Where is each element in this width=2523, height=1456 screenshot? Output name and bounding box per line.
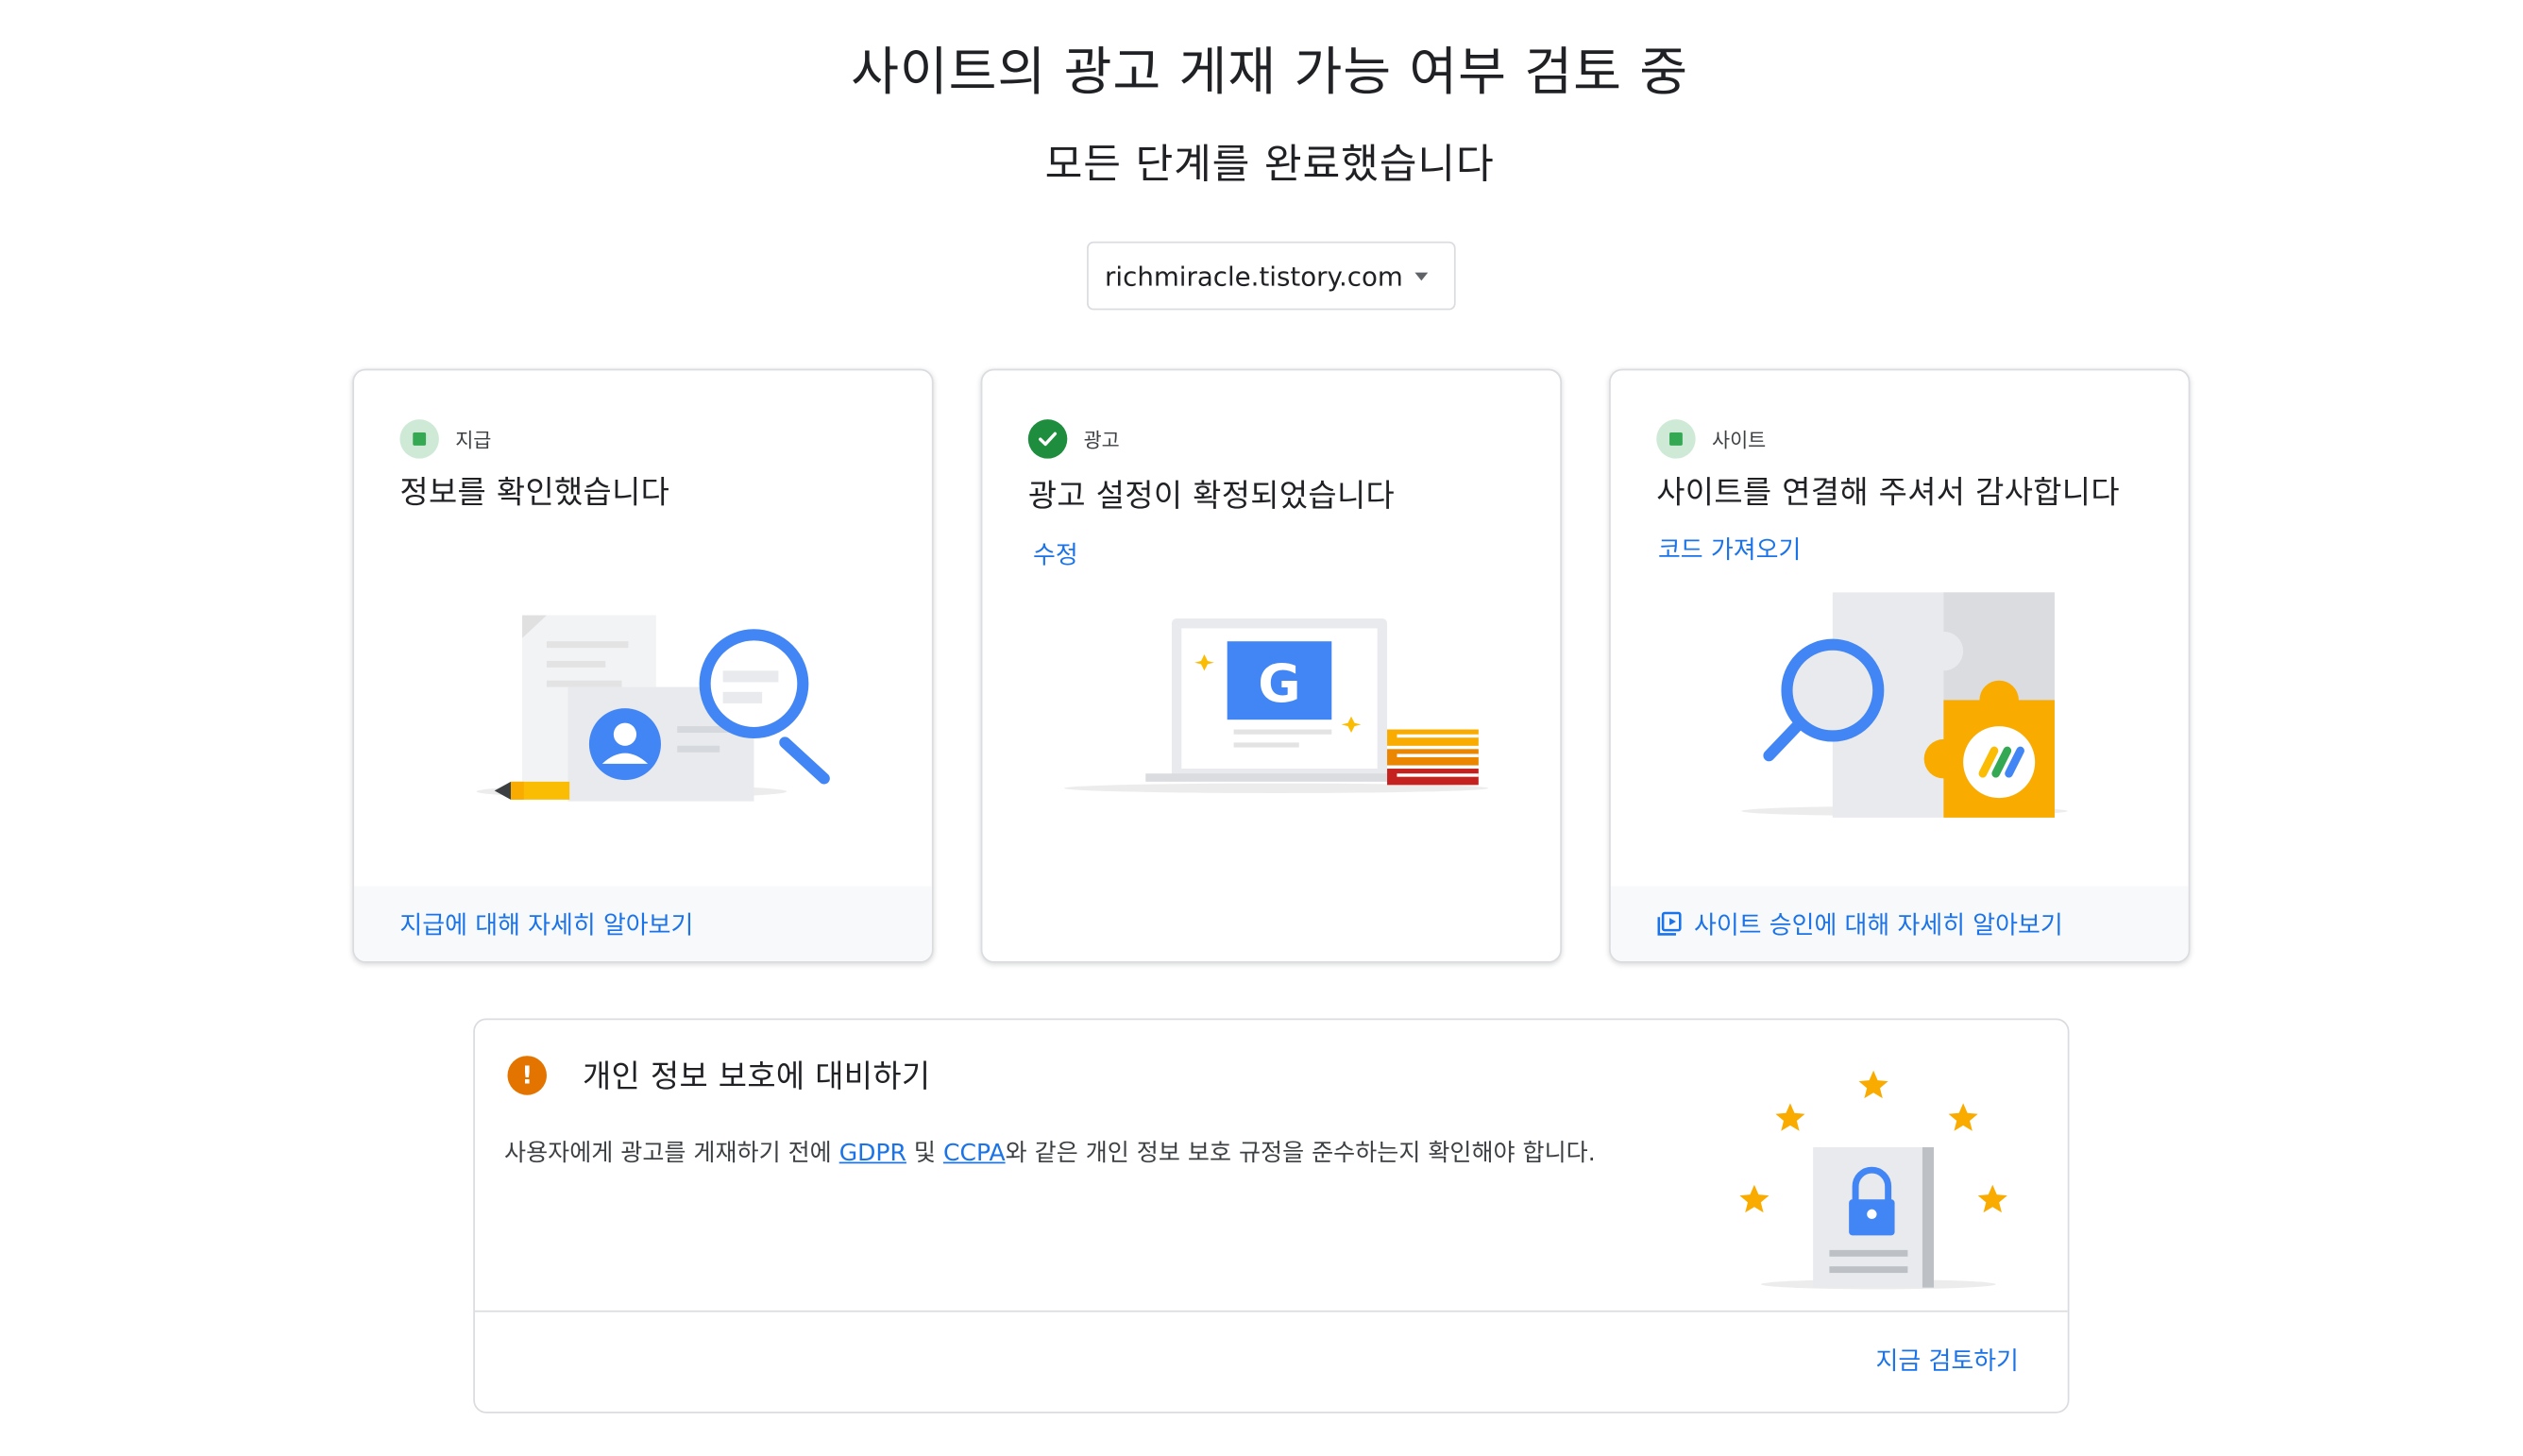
privacy-banner: ! 개인 정보 보호에 대비하기 사용자에게 광고를 게재하기 전에 GDPR … bbox=[473, 1018, 2070, 1414]
warning-icon: ! bbox=[507, 1056, 547, 1095]
open-in-new-icon bbox=[1657, 911, 1682, 936]
privacy-lock-stars-illustration-icon bbox=[1739, 1070, 2007, 1290]
card-site: 사이트 사이트를 연결해 주셔서 감사합니다 코드 가져오기 사이트 승인에 대… bbox=[1609, 368, 2191, 963]
card-payments-label: 지급 bbox=[455, 428, 492, 451]
page-title: 사이트의 광고 게재 가능 여부 검토 중 bbox=[851, 41, 1689, 103]
privacy-description: 사용자에게 광고를 게재하기 전에 GDPR 및 CCPA와 같은 개인 정보 … bbox=[504, 1134, 1596, 1168]
privacy-desc-mid: 및 bbox=[906, 1141, 943, 1167]
privacy-divider bbox=[474, 1310, 2068, 1312]
card-site-title: 사이트를 연결해 주셔서 감사합니다 bbox=[1656, 474, 2120, 511]
edit-link[interactable]: 수정 bbox=[1033, 537, 1078, 571]
check-circle-icon bbox=[1027, 419, 1068, 459]
card-site-label: 사이트 bbox=[1711, 428, 1767, 451]
card-ads-label: 광고 bbox=[1083, 428, 1120, 451]
in-progress-status-icon bbox=[1656, 419, 1696, 459]
in-progress-status-icon bbox=[399, 419, 439, 459]
card-site-label-row: 사이트 bbox=[1656, 419, 1767, 459]
ccpa-link[interactable]: CCPA bbox=[943, 1141, 1006, 1167]
get-code-link[interactable]: 코드 가져오기 bbox=[1658, 532, 1801, 566]
card-payments: 지급 정보를 확인했습니다 지급에 대해 자세히 알아보기 bbox=[352, 368, 934, 963]
card-ads-label-row: 광고 bbox=[1027, 419, 1120, 459]
card-payments-learn-more-link[interactable]: 지급에 대해 자세히 알아보기 bbox=[354, 886, 932, 961]
review-now-link[interactable]: 지금 검토하기 bbox=[1876, 1343, 2019, 1377]
card-payments-title: 정보를 확인했습니다 bbox=[399, 474, 670, 511]
site-selector[interactable]: richmiracle.tistory.com bbox=[1087, 241, 1456, 311]
site-selector-value: richmiracle.tistory.com bbox=[1105, 260, 1403, 292]
privacy-desc-after: 와 같은 개인 정보 보호 규정을 준수하는지 확인해야 합니다. bbox=[1005, 1141, 1596, 1167]
id-verification-illustration-icon bbox=[476, 615, 830, 802]
privacy-title: 개인 정보 보호에 대비하기 bbox=[583, 1058, 931, 1095]
svg-text:G: G bbox=[1258, 654, 1300, 715]
card-site-learn-more-label: 사이트 승인에 대해 자세히 알아보기 bbox=[1693, 909, 2063, 940]
card-ads: 광고 광고 설정이 확정되었습니다 수정 G bbox=[980, 368, 1562, 963]
gdpr-link[interactable]: GDPR bbox=[839, 1141, 906, 1167]
card-site-learn-more-link[interactable]: 사이트 승인에 대해 자세히 알아보기 bbox=[1610, 886, 2189, 961]
card-payments-label-row: 지급 bbox=[399, 419, 492, 459]
page-root: 사이트의 광고 게재 가능 여부 검토 중 모든 단계를 완료했습니다 rich… bbox=[0, 0, 2523, 1456]
privacy-desc-before: 사용자에게 광고를 게재하기 전에 bbox=[504, 1141, 839, 1167]
ad-settings-illustration-icon: G bbox=[1063, 618, 1489, 793]
page-subtitle: 모든 단계를 완료했습니다 bbox=[1044, 140, 1495, 188]
site-connection-puzzle-illustration-icon bbox=[1741, 592, 2068, 818]
dropdown-arrow-icon bbox=[1414, 271, 1429, 280]
card-ads-title: 광고 설정이 확정되었습니다 bbox=[1027, 478, 1396, 515]
